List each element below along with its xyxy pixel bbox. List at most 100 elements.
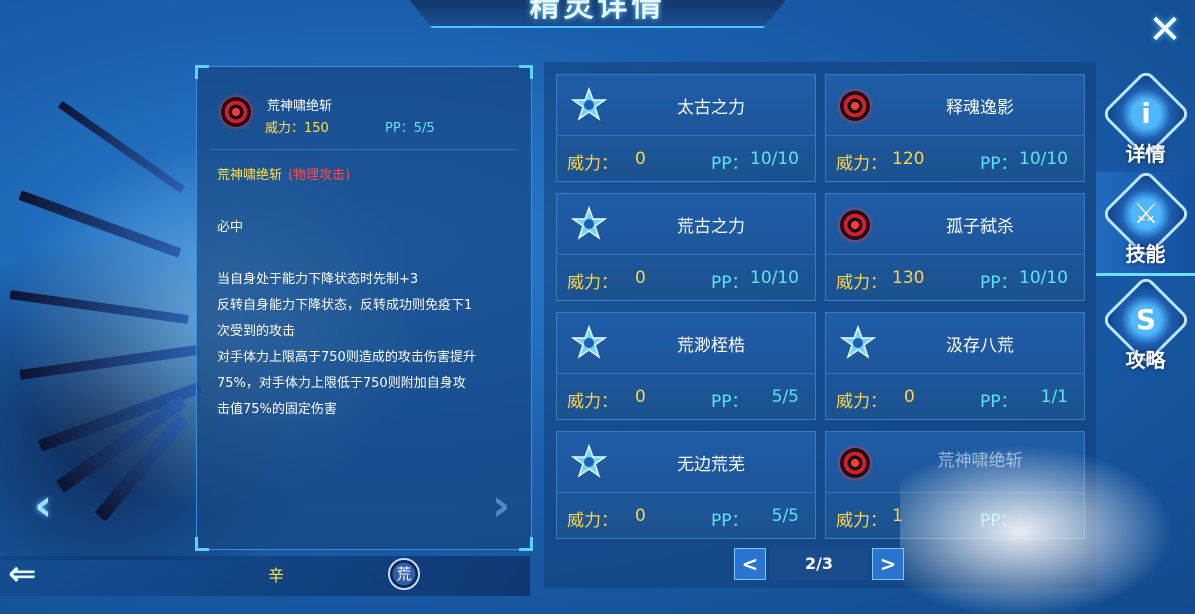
power-label: 威力： — [567, 392, 618, 412]
attribute-badge[interactable]: 荒 — [388, 558, 420, 590]
desc-line: 75%，对手体力上限低于750则附加自身攻 — [217, 376, 466, 391]
skill-card[interactable]: 释魂逸影 威力： 120 PP： 10/10 — [825, 74, 1085, 182]
skill-card[interactable]: 荒渺桎梏 威力： 0 PP： 5/5 — [556, 312, 816, 420]
blue-star-icon — [840, 325, 876, 361]
chevron-left-icon: < — [741, 552, 759, 576]
skill-description: 荒神啸绝斩 (物理攻击) 必中 当自身处于能力下降状态时先制+3 反转自身能力下降… — [217, 163, 519, 423]
skill-card[interactable]: 太古之力 威力： 0 PP： 10/10 — [556, 74, 816, 182]
skill-card[interactable]: 孤子弑杀 威力： 130 PP： 10/10 — [825, 193, 1085, 301]
power-value: 130 — [892, 268, 925, 288]
desc-line: 对手体力上限高于750则造成的攻击伤害提升 — [217, 350, 476, 365]
blue-star-icon — [571, 206, 607, 242]
chevron-right-icon: > — [879, 552, 897, 576]
next-pet-button[interactable]: › — [492, 480, 510, 531]
pp-value: 10/10 — [1019, 149, 1068, 169]
tab-details[interactable]: i 详情 — [1096, 68, 1195, 176]
bottom-bar — [0, 556, 530, 596]
detail-power: 威力：150 — [265, 121, 329, 136]
attribute-text: 辛 — [268, 566, 285, 585]
red-vortex-icon — [840, 210, 870, 240]
side-tabs: i 详情 ⚔ 技能 S 攻略 — [1096, 62, 1195, 422]
chevron-left-icon: ‹ — [34, 480, 53, 531]
skill-name: 太古之力 — [677, 98, 745, 118]
skill-card[interactable]: 汲存八荒 威力： 0 PP： 1/1 — [825, 312, 1085, 420]
power-label: 威力： — [836, 392, 887, 412]
crossed-swords-icon: ⚔ — [1133, 197, 1159, 230]
power-label: 威力： — [567, 273, 618, 293]
tab-label: 攻略 — [1125, 348, 1166, 372]
tab-skills[interactable]: ⚔ 技能 — [1096, 168, 1195, 276]
detail-pp: PP：5/5 — [385, 121, 435, 136]
title-banner: 精灵详情 — [400, 0, 795, 28]
strategy-book-icon: S — [1135, 303, 1157, 336]
power-label: 威力： — [836, 273, 887, 293]
pp-value: 5/5 — [771, 506, 799, 526]
close-button[interactable]: ✕ — [1145, 10, 1185, 50]
red-vortex-icon — [221, 97, 251, 127]
power-label: 威力： — [836, 154, 887, 174]
skill-name: 汲存八荒 — [946, 336, 1014, 356]
pp-label: PP： — [711, 273, 749, 293]
blue-star-icon — [571, 444, 607, 480]
desc-line: 反转自身能力下降状态，反转成功则免疫下1 — [217, 298, 473, 313]
skill-card[interactable]: 荒古之力 威力： 0 PP： 10/10 — [556, 193, 816, 301]
skill-name: 荒渺桎梏 — [677, 336, 745, 356]
page-title: 精灵详情 — [529, 0, 666, 24]
prev-pet-button[interactable]: ‹ — [34, 480, 52, 531]
power-value: 1 — [892, 506, 903, 526]
back-button[interactable]: ⇐ — [8, 556, 37, 592]
pagination: < 2/3 > — [734, 548, 904, 580]
tab-label: 详情 — [1125, 142, 1166, 166]
pp-label: PP： — [980, 392, 1018, 412]
pp-value: 10/10 — [1019, 268, 1068, 288]
pp-value: 10/10 — [750, 149, 799, 169]
next-page-button[interactable]: > — [872, 548, 904, 580]
power-label: 威力： — [567, 154, 618, 174]
desc-line: 当自身处于能力下降状态时先制+3 — [217, 272, 419, 287]
desc-line: 击值75%的固定伤害 — [217, 402, 337, 417]
power-value: 0 — [635, 506, 646, 526]
skill-name: 荒古之力 — [677, 217, 745, 237]
description-skill-name: 荒神啸绝斩 — [217, 168, 283, 183]
pp-label: PP： — [980, 511, 1018, 531]
desc-line: 必中 — [217, 220, 244, 235]
power-label: 威力： — [836, 511, 887, 531]
divider — [211, 149, 517, 150]
power-value: 0 — [635, 268, 646, 288]
red-vortex-icon — [840, 448, 870, 478]
skill-name: 孤子弑杀 — [946, 217, 1014, 237]
tab-strategy[interactable]: S 攻略 — [1096, 274, 1195, 382]
info-icon: i — [1141, 97, 1151, 130]
chevron-right-icon: › — [492, 480, 511, 531]
skill-category: (物理攻击) — [288, 168, 351, 183]
pp-label: PP： — [711, 154, 749, 174]
power-value: 0 — [635, 387, 646, 407]
power-label: 威力： — [567, 511, 618, 531]
blue-star-icon — [571, 87, 607, 123]
pp-label: PP： — [711, 392, 749, 412]
pp-label: PP： — [980, 273, 1018, 293]
skill-name: 荒神啸绝斩 — [937, 451, 1023, 471]
skill-card[interactable]: 无边荒芜 威力： 0 PP： 5/5 — [556, 431, 816, 539]
power-value: 0 — [635, 149, 646, 169]
page-indicator: 2/3 — [770, 548, 868, 580]
pp-value: 1/1 — [1040, 387, 1068, 407]
pp-label: PP： — [980, 154, 1018, 174]
pp-value: 10/10 — [750, 268, 799, 288]
desc-line: 次受到的攻击 — [217, 324, 296, 339]
blue-star-icon — [571, 325, 607, 361]
power-value: 0 — [904, 387, 915, 407]
power-value: 120 — [892, 149, 925, 169]
skill-name: 无边荒芜 — [677, 455, 745, 475]
tab-label: 技能 — [1125, 242, 1166, 266]
pp-label: PP： — [711, 511, 749, 531]
skill-name: 释魂逸影 — [946, 98, 1014, 118]
back-arrow-icon: ⇐ — [8, 554, 37, 594]
close-icon: ✕ — [1148, 7, 1182, 53]
prev-page-button[interactable]: < — [734, 548, 766, 580]
skill-detail-header: 荒神啸绝斩 威力：150 PP：5/5 — [217, 93, 517, 143]
pp-value: 5/5 — [771, 387, 799, 407]
skill-detail-card: 荒神啸绝斩 威力：150 PP：5/5 荒神啸绝斩 (物理攻击) 必中 当自身处于… — [195, 65, 533, 551]
skill-card[interactable]: 荒神啸绝斩 威力： 1 PP： — [825, 431, 1085, 539]
detail-skill-name: 荒神啸绝斩 — [267, 99, 333, 114]
